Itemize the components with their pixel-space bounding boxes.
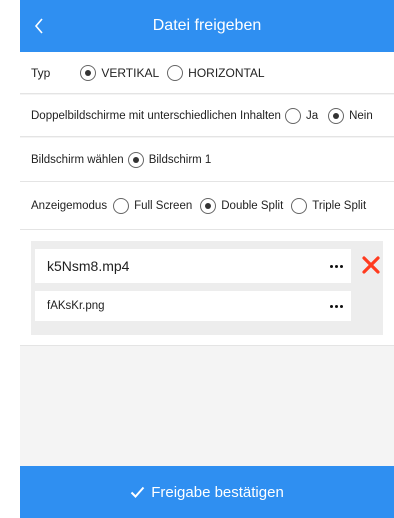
screen-row: Bildschirm wählen Bildschirm 1 xyxy=(20,138,394,182)
type-option-vertical[interactable]: VERTIKAL xyxy=(80,64,160,81)
display-mode-label: Anzeigemodus xyxy=(31,199,108,212)
file-name: k5Nsm8.mp4 xyxy=(47,258,130,274)
radio-full-screen[interactable] xyxy=(113,197,130,214)
file-name: fAKsKr.png xyxy=(47,300,105,312)
dual-screen-option-label: Nein xyxy=(349,109,373,122)
radio-screen-1[interactable] xyxy=(127,151,144,168)
dual-screen-option-ja[interactable]: Ja xyxy=(284,107,319,124)
file-list: k5Nsm8.mp4 fAKsKr.png xyxy=(31,241,383,335)
radio-ja[interactable] xyxy=(284,107,301,124)
radio-double-split[interactable] xyxy=(200,197,217,214)
radio-vertical[interactable] xyxy=(80,64,97,81)
back-button[interactable] xyxy=(30,14,48,38)
display-mode-option-label: Full Screen xyxy=(134,199,193,212)
display-mode-option-triple[interactable]: Triple Split xyxy=(291,197,367,214)
confirm-share-button[interactable]: Freigabe bestätigen xyxy=(20,466,394,518)
type-option-horizontal[interactable]: HORIZONTAL xyxy=(167,64,265,81)
checkmark-icon xyxy=(130,486,145,498)
chevron-left-icon xyxy=(34,18,43,34)
app-screen: Datei freigeben Typ VERTIKAL HORIZONTAL … xyxy=(20,0,394,518)
dual-screen-option-nein[interactable]: Nein xyxy=(328,107,373,124)
screen-option-1[interactable]: Bildschirm 1 xyxy=(127,151,212,168)
dual-screen-label: Doppelbildschirme mit unterschiedlichen … xyxy=(31,109,281,122)
display-mode-option-label: Double Split xyxy=(221,199,284,212)
more-dots-icon xyxy=(329,264,343,268)
display-mode-row: Anzeigemodus Full Screen Double Split Tr… xyxy=(20,182,394,230)
display-mode-option-label: Triple Split xyxy=(312,199,367,212)
radio-triple-split[interactable] xyxy=(291,197,308,214)
file-item[interactable]: k5Nsm8.mp4 xyxy=(35,249,351,283)
type-row: Typ VERTIKAL HORIZONTAL xyxy=(20,52,394,94)
more-dots-icon xyxy=(329,304,343,308)
file-section: k5Nsm8.mp4 fAKsKr.png xyxy=(20,230,394,346)
header-bar: Datei freigeben xyxy=(20,0,394,52)
file-more-button[interactable] xyxy=(325,296,347,316)
dual-screen-option-label: Ja xyxy=(305,109,319,122)
radio-horizontal[interactable] xyxy=(167,64,184,81)
screen-option-label: Bildschirm 1 xyxy=(148,153,212,166)
confirm-share-label: Freigabe bestätigen xyxy=(151,483,284,501)
page-title: Datei freigeben xyxy=(152,17,262,34)
display-mode-option-double[interactable]: Double Split xyxy=(200,197,284,214)
type-label: Typ xyxy=(31,65,51,80)
screen-label: Bildschirm wählen xyxy=(31,153,124,166)
dual-screen-row: Doppelbildschirme mit unterschiedlichen … xyxy=(20,95,394,137)
radio-nein[interactable] xyxy=(328,107,345,124)
file-more-button[interactable] xyxy=(325,256,347,276)
type-option-label: VERTIKAL xyxy=(101,65,160,80)
display-mode-option-full[interactable]: Full Screen xyxy=(113,197,193,214)
file-item[interactable]: fAKsKr.png xyxy=(35,291,351,321)
remove-icon[interactable] xyxy=(361,255,381,275)
type-option-label: HORIZONTAL xyxy=(188,65,265,80)
